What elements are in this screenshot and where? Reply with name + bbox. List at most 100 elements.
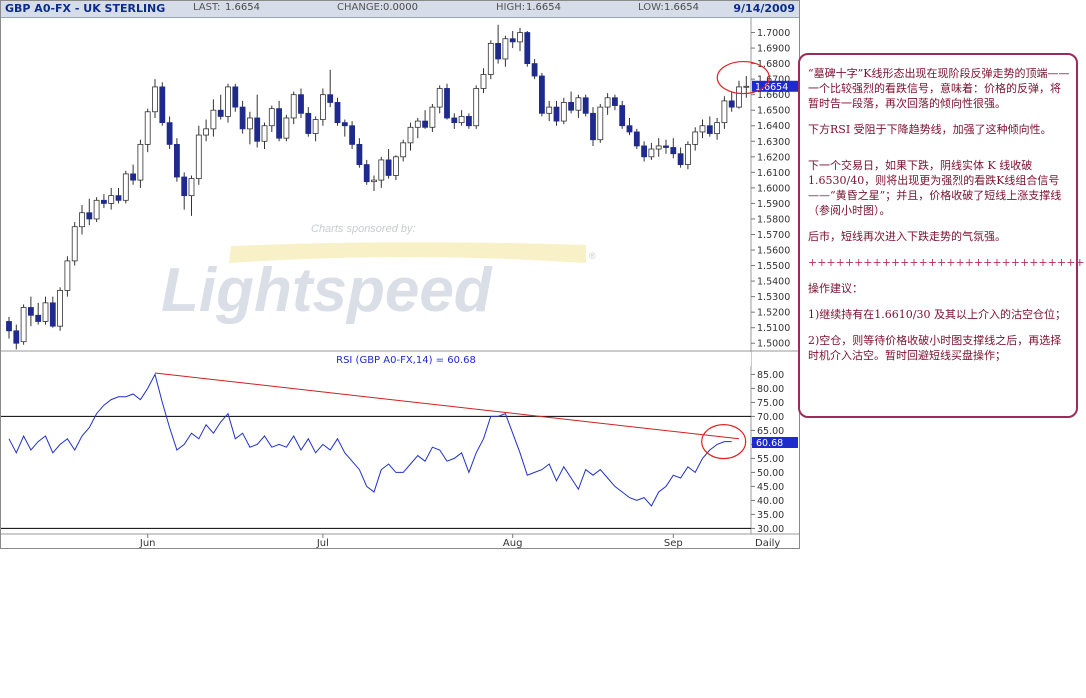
candle-body [619,105,626,127]
candle-body [268,108,275,127]
candle-body [531,63,538,77]
candle-body [13,330,20,344]
x-tick-label: Sep [664,538,683,548]
lightspeed-logo-text: Lightspeed [161,256,493,325]
price-last-badge-text: 1.6654 [755,82,788,93]
candle-body [502,38,509,60]
rsi-tick-label: 75.00 [757,398,784,409]
candle-body [144,111,151,145]
candle-body [49,302,56,327]
candle-body [254,117,261,142]
x-tick-label: Jun [139,538,156,548]
sponsor-watermark: Charts sponsored by: Lightspeed ® [161,223,596,325]
candle-body [663,145,669,148]
price-tick-label: 1.5600 [757,246,790,257]
price-tick-label: 1.6400 [757,121,790,132]
price-tick-label: 1.5800 [757,214,790,225]
candle-body [225,86,231,117]
price-tick-label: 1.6000 [757,183,790,194]
candle-body [203,128,210,136]
candle-body [400,142,407,158]
candle-body [305,112,312,134]
candle-body [458,116,465,124]
price-tick-label: 1.5000 [757,339,790,350]
candle-body [159,86,166,124]
candle-body [261,125,268,142]
candle-body [115,195,122,201]
price-y-axis: 1.70001.69001.68001.67001.66001.65001.64… [751,28,790,350]
rsi-tick-label: 80.00 [757,384,784,395]
chart-canvas: Charts sponsored by: Lightspeed ® 1.7000… [1,17,799,548]
note-paragraph-5: 操作建议： [808,282,863,295]
price-tick-label: 1.6500 [757,106,790,117]
candle-body [35,314,42,322]
rsi-downtrend-line [154,372,740,440]
candle-body [648,148,655,158]
candle-body [239,106,246,130]
candle-body [604,97,611,108]
period-label: Daily [755,538,780,548]
rsi-tick-label: 45.00 [757,482,784,493]
candle-body [517,32,523,43]
registered-mark: ® [589,251,596,261]
rsi-tick-label: 30.00 [757,524,784,535]
candle-body [685,143,691,165]
price-tick-label: 1.5700 [757,230,790,241]
candle-body [677,153,684,165]
rsi-tick-label: 35.00 [757,510,784,521]
candle-body [480,74,487,89]
candle-body [655,145,662,150]
price-tick-label: 1.5500 [757,261,790,272]
candle-body [276,108,283,139]
candle-body [422,120,429,128]
candle-body [86,212,93,220]
candle-body [590,112,596,141]
candle-body [633,131,640,147]
candle-body [122,173,129,201]
price-tick-label: 1.6900 [757,44,790,55]
candle-body [283,117,290,139]
price-tick-label: 1.6300 [757,137,790,148]
candle-body [371,179,377,183]
candle-body [626,125,633,133]
candle-body [6,321,12,332]
rsi-last-badge-text: 60.68 [756,438,783,449]
price-tick-label: 1.7000 [757,28,790,39]
candle-body [188,178,195,197]
candle-body [363,164,370,183]
price-tick-label: 1.5400 [757,277,790,288]
sponsor-text: Charts sponsored by: [311,223,416,235]
candle-body [173,143,180,178]
candle-body [495,43,502,60]
note-separator: ++++++++++++++++++++++++++++++ [808,256,1085,269]
candle-body [444,88,450,119]
candle-body [166,122,173,145]
candle-body [407,126,414,144]
candle-body [736,86,742,108]
candle-body [130,173,137,181]
candle-body [451,117,458,124]
candle-body [392,156,399,176]
price-tick-label: 1.5900 [757,199,790,210]
note-paragraph-2: 下方RSI 受阻于下降趋势线，加强了这种倾向性。 [808,123,1052,136]
rsi-title: RSI (GBP A0-FX,14) = 60.68 [336,355,476,366]
rsi-tick-label: 55.00 [757,454,784,465]
candle-body [429,106,436,128]
rsi-tick-label: 65.00 [757,426,784,437]
candle-body [64,260,71,291]
candle-body [728,100,735,108]
candle-body [509,38,516,43]
price-tick-label: 1.6800 [757,59,790,70]
candle-body [195,134,202,179]
candle-body [349,125,356,145]
rsi-y-axis: 85.0080.0075.0070.0065.0060.0055.0050.00… [751,370,784,535]
candle-body [319,94,326,120]
rsi-last-badge: 60.68 [752,436,798,449]
price-tick-label: 1.5200 [757,308,790,319]
candle-body [714,122,720,134]
candle-body [706,125,713,134]
candle-body [57,290,63,327]
candle-body [356,143,363,165]
candle-body [246,117,253,130]
note-paragraph-4: 后市，短线再次进入下跌走势的气氛强。 [808,230,1006,243]
